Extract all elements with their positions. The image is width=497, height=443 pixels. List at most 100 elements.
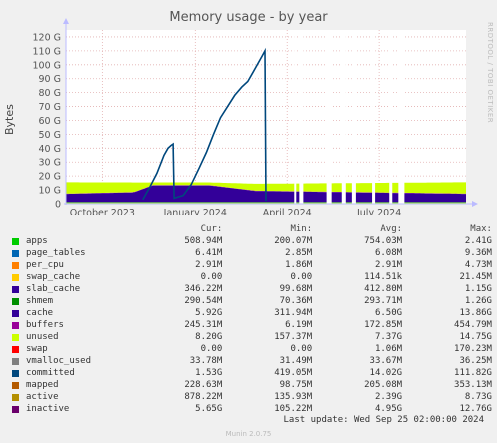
legend-cur: 0.00 bbox=[200, 344, 223, 354]
data-gap bbox=[398, 30, 405, 204]
y-axis-arrow bbox=[63, 18, 69, 24]
legend-name: cache bbox=[26, 308, 54, 318]
legend-name: swap_cache bbox=[26, 272, 81, 282]
y-tick-label: 100 G bbox=[32, 60, 61, 71]
legend-header-cur: Cur: bbox=[200, 224, 223, 234]
legend-header-avg: Avg: bbox=[380, 224, 403, 234]
legend-swatch bbox=[12, 249, 19, 257]
legend-swatch bbox=[12, 297, 19, 305]
x-tick-label: January 2024 bbox=[163, 208, 227, 215]
legend-min: 311.94M bbox=[274, 308, 313, 318]
legend-row-inactive: inactive 5.65G 105.22M 4.95G 12.76G bbox=[12, 403, 492, 415]
legend-avg: 1.06M bbox=[374, 344, 403, 354]
munin-version: Munin 2.0.75 bbox=[225, 430, 272, 438]
legend-cur: 1.53G bbox=[195, 368, 223, 378]
legend-min: 1.86M bbox=[285, 260, 313, 270]
legend-cur: 0.00 bbox=[200, 272, 223, 282]
y-tick-label: 0 bbox=[55, 200, 61, 211]
data-gap bbox=[326, 30, 332, 204]
legend-cur: 8.20G bbox=[195, 332, 223, 342]
legend-max: 14.75G bbox=[459, 332, 492, 342]
y-tick-label: 20 G bbox=[39, 172, 61, 183]
legend-header: Cur: Min: Avg: Max: bbox=[12, 223, 492, 235]
legend-swatch bbox=[12, 393, 19, 401]
area-slab_cache bbox=[66, 202, 466, 204]
legend-cur: 5.65G bbox=[195, 404, 223, 414]
legend-row-slab_cache: slab_cache 346.22M 99.68M 412.80M 1.15G bbox=[12, 283, 492, 295]
legend-row-per_cpu: per_cpu 2.91M 1.86M 2.91M 4.73M bbox=[12, 259, 492, 271]
legend-swatch bbox=[12, 369, 19, 377]
data-gap bbox=[294, 30, 297, 204]
x-tick-label: April 2024 bbox=[263, 208, 312, 215]
data-gap bbox=[341, 30, 346, 204]
legend-avg: 6.50G bbox=[374, 308, 403, 318]
legend-cur: 346.22M bbox=[184, 284, 223, 294]
legend-row-apps: apps 508.94M 200.07M 754.03M 2.41G bbox=[12, 235, 492, 247]
legend-row-swap: swap 0.00 0.00 1.06M 170.23M bbox=[12, 343, 492, 355]
legend-max: 454.79M bbox=[454, 320, 492, 330]
legend-cur: 878.22M bbox=[184, 392, 223, 402]
legend-row-swap_cache: swap_cache 0.00 0.00 114.51k 21.45M bbox=[12, 271, 492, 283]
x-tick-label: October 2023 bbox=[70, 208, 135, 215]
legend-row-committed: committed 1.53G 419.05M 14.02G 111.82G bbox=[12, 367, 492, 379]
legend-swatch bbox=[12, 273, 19, 281]
legend-swatch bbox=[12, 321, 19, 329]
legend-avg: 172.85M bbox=[364, 320, 403, 330]
legend-swatch bbox=[12, 261, 19, 269]
legend-header-max: Max: bbox=[470, 224, 492, 234]
legend-name: page_tables bbox=[26, 248, 86, 258]
legend-avg: 412.80M bbox=[364, 284, 403, 294]
legend-row-unused: unused 8.20G 157.37M 7.37G 14.75G bbox=[12, 331, 492, 343]
legend-avg: 205.08M bbox=[364, 380, 403, 390]
data-gap bbox=[372, 30, 376, 204]
legend-max: 36.25M bbox=[459, 356, 492, 366]
legend-header-min: Min: bbox=[290, 224, 313, 234]
memory-chart: 0 10 G 20 G 30 G 40 G 50 G 60 G 70 G 80 G 90 G 100… bbox=[32, 18, 478, 215]
legend-row-active: active 878.22M 135.93M 2.39G 8.73G bbox=[12, 391, 492, 403]
legend-header-spacer bbox=[12, 226, 19, 233]
legend-table: Cur: Min: Avg: Max: apps 508.94M 200.07M 75… bbox=[12, 223, 492, 415]
legend-swatch bbox=[12, 381, 19, 389]
x-tick-label: July 2024 bbox=[356, 208, 401, 215]
legend-swatch bbox=[12, 285, 19, 293]
legend-min: 99.68M bbox=[279, 284, 313, 294]
legend-avg: 754.03M bbox=[364, 236, 403, 246]
data-gap bbox=[351, 30, 356, 204]
legend-cur: 508.94M bbox=[184, 236, 223, 246]
y-tick-label: 120 G bbox=[32, 32, 61, 43]
y-tick-label: 80 G bbox=[39, 88, 61, 99]
legend-name: active bbox=[26, 392, 59, 402]
legend-min: 200.07M bbox=[274, 236, 313, 246]
legend-avg: 2.91M bbox=[374, 260, 403, 270]
y-tick-label: 60 G bbox=[39, 116, 61, 127]
legend-cur: 33.78M bbox=[189, 356, 223, 366]
legend-avg: 114.51k bbox=[364, 272, 403, 282]
legend-avg: 293.71M bbox=[364, 296, 403, 306]
legend-max: 1.15G bbox=[464, 284, 492, 294]
legend-cur: 5.92G bbox=[195, 308, 223, 318]
legend-min: 0.00 bbox=[290, 272, 313, 282]
data-gap bbox=[389, 30, 393, 204]
legend-name: slab_cache bbox=[26, 284, 81, 294]
legend-row-shmem: shmem 290.54M 70.36M 293.71M 1.26G bbox=[12, 295, 492, 307]
legend-max: 21.45M bbox=[459, 272, 492, 282]
legend-row-mapped: mapped 228.63M 98.75M 205.08M 353.13M bbox=[12, 379, 492, 391]
legend-avg: 14.02G bbox=[369, 368, 403, 378]
legend-min: 135.93M bbox=[274, 392, 313, 402]
legend-avg: 4.95G bbox=[374, 404, 403, 414]
legend-row-page_tables: page_tables 6.41M 2.85M 6.08M 9.36M bbox=[12, 247, 492, 259]
legend-max: 8.73G bbox=[464, 392, 492, 402]
legend-name: unused bbox=[26, 332, 59, 342]
legend-row-cache: cache 5.92G 311.94M 6.50G 13.86G bbox=[12, 307, 492, 319]
legend-max: 170.23M bbox=[454, 344, 492, 354]
legend-min: 70.36M bbox=[279, 296, 313, 306]
legend-name: vmalloc_used bbox=[26, 356, 92, 366]
legend-name: swap bbox=[26, 344, 48, 354]
legend-avg: 33.67M bbox=[369, 356, 403, 366]
legend-min: 31.49M bbox=[279, 356, 313, 366]
legend-cur: 228.63M bbox=[184, 380, 223, 390]
legend-swatch bbox=[12, 405, 19, 413]
y-tick-label: 40 G bbox=[39, 144, 61, 155]
legend-row-buffers: buffers 245.31M 6.19M 172.85M 454.79M bbox=[12, 319, 492, 331]
y-tick-label: 50 G bbox=[39, 130, 61, 141]
